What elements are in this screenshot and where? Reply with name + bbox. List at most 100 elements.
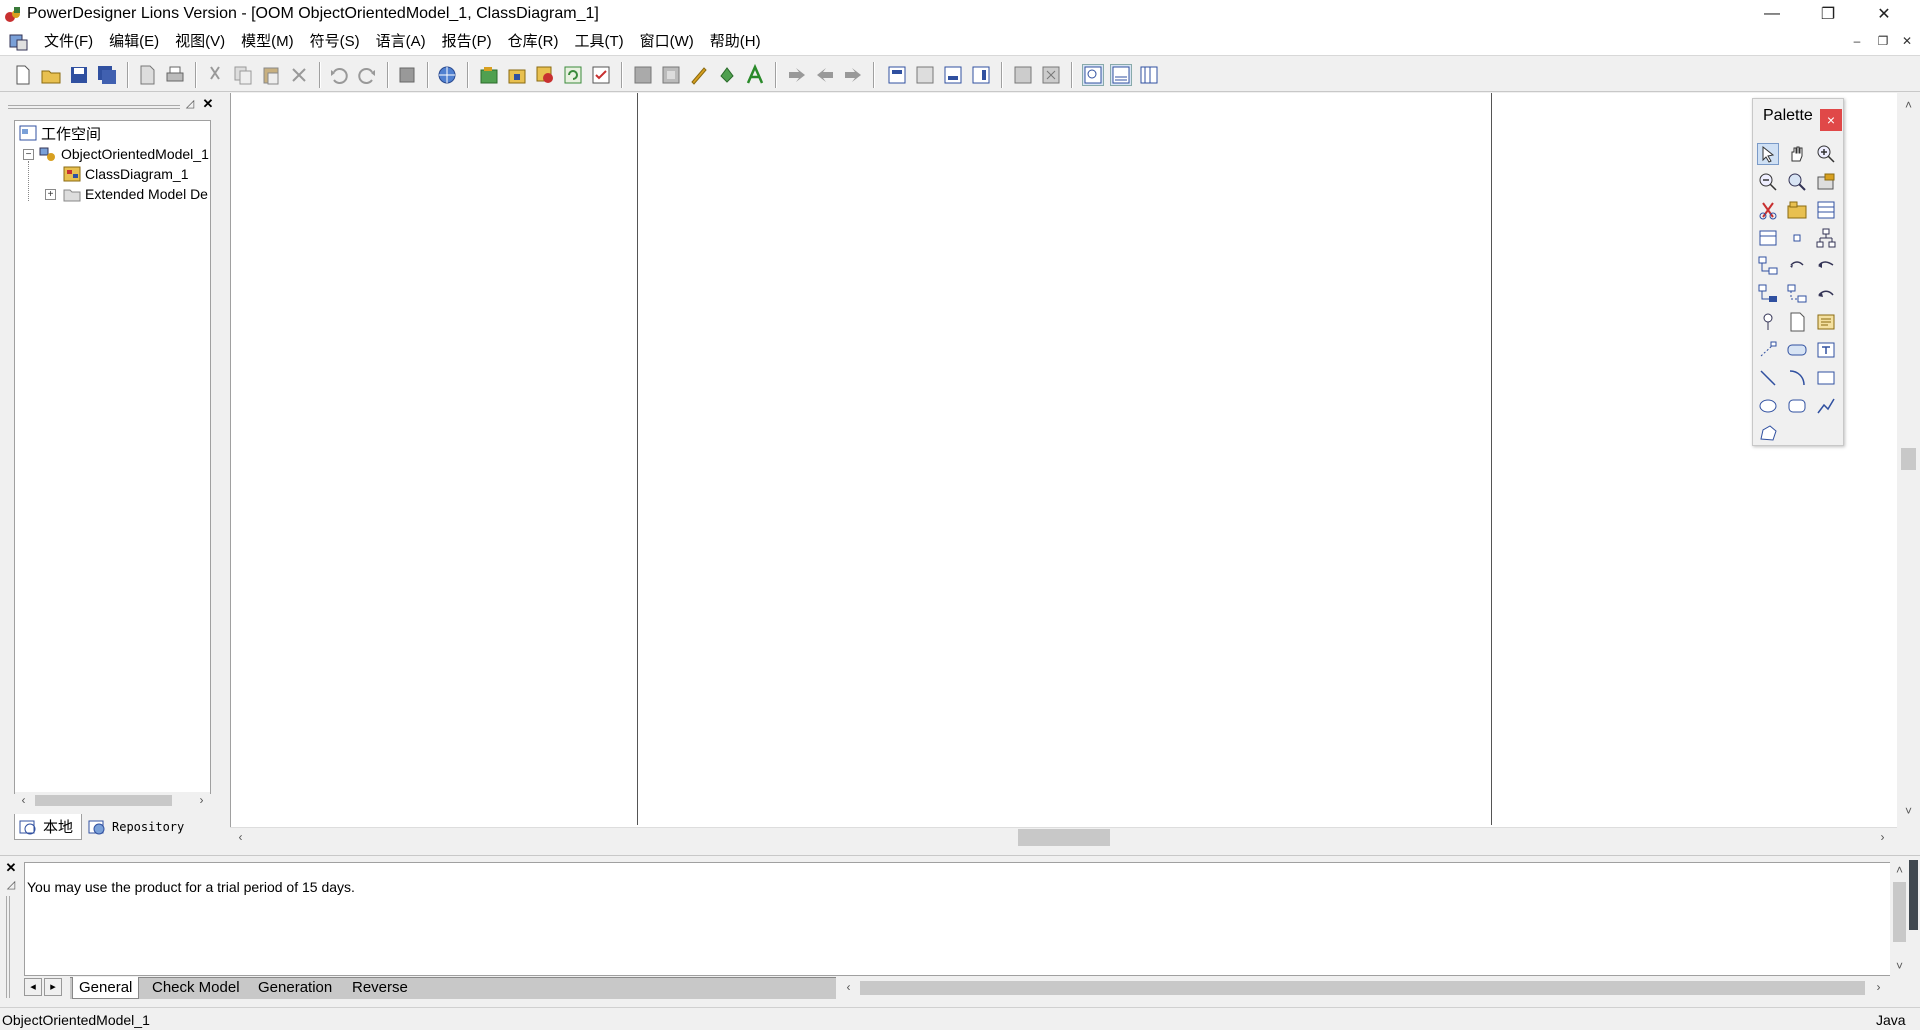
send-back-icon[interactable] bbox=[660, 64, 682, 86]
mdi-minimize-button[interactable]: – bbox=[1846, 34, 1868, 50]
scroll-left-icon[interactable]: ‹ bbox=[232, 829, 249, 846]
document-icon[interactable] bbox=[8, 32, 30, 52]
canvas-hscrollbar[interactable]: ‹ › bbox=[230, 827, 1897, 847]
font-icon[interactable] bbox=[744, 63, 766, 86]
realization-icon[interactable] bbox=[1815, 283, 1837, 305]
close-button[interactable]: ✕ bbox=[1856, 0, 1912, 28]
refresh-icon[interactable] bbox=[562, 64, 584, 86]
rounded-rectangle-icon[interactable] bbox=[1786, 395, 1808, 417]
menu-symbol[interactable]: 符号(S) bbox=[302, 28, 368, 55]
browser-hscrollbar[interactable]: ‹ › bbox=[15, 792, 210, 809]
new-package-icon[interactable] bbox=[478, 64, 500, 86]
association-icon[interactable] bbox=[1757, 255, 1779, 277]
note-icon[interactable] bbox=[1815, 311, 1837, 333]
scroll-up-icon[interactable]: ˄ bbox=[1900, 97, 1917, 114]
tab-local[interactable]: 本地 bbox=[14, 814, 82, 840]
composition-icon[interactable] bbox=[1757, 283, 1779, 305]
result-list-icon[interactable] bbox=[1138, 64, 1160, 86]
delete-icon[interactable] bbox=[288, 64, 310, 86]
generalization-icon[interactable] bbox=[1815, 227, 1837, 249]
scroll-left-icon[interactable]: ‹ bbox=[840, 979, 857, 996]
scroll-right-icon[interactable]: › bbox=[1874, 829, 1891, 846]
polygon-icon[interactable] bbox=[1757, 423, 1779, 445]
zoom-in-icon[interactable] bbox=[1815, 143, 1837, 165]
grabber-hand-icon[interactable] bbox=[1786, 143, 1808, 165]
output-vscrollbar[interactable]: ˄ ˅ bbox=[1890, 862, 1909, 976]
save-icon[interactable] bbox=[68, 64, 90, 86]
save-all-icon[interactable] bbox=[96, 64, 118, 86]
tab-reverse[interactable]: Reverse bbox=[346, 977, 414, 999]
properties-tool-icon[interactable] bbox=[1815, 171, 1837, 193]
scroll-right-icon[interactable]: › bbox=[1870, 979, 1887, 996]
tree-item-workspace[interactable]: 工作空间 bbox=[19, 123, 101, 143]
canvas-vscrollbar[interactable]: ˄ ˅ bbox=[1897, 93, 1920, 827]
scroll-left-icon[interactable]: ‹ bbox=[15, 792, 32, 809]
mdi-restore-button[interactable]: ❐ bbox=[1872, 34, 1894, 50]
menu-edit[interactable]: 编辑(E) bbox=[101, 28, 167, 55]
menu-view[interactable]: 视图(V) bbox=[167, 28, 233, 55]
output-text-area[interactable]: You may use the product for a trial peri… bbox=[24, 862, 1892, 976]
title-block-icon[interactable] bbox=[1786, 339, 1808, 361]
scroll-right-icon[interactable]: › bbox=[193, 792, 210, 809]
scroll-up-icon[interactable]: ˄ bbox=[1891, 862, 1908, 879]
tab-repository[interactable]: Repository bbox=[88, 816, 204, 838]
tab-general[interactable]: General bbox=[72, 977, 140, 999]
browser-pin-icon[interactable]: ◿ bbox=[183, 97, 197, 111]
polyline-icon[interactable] bbox=[1815, 395, 1837, 417]
arc-icon[interactable] bbox=[1786, 367, 1808, 389]
diagram-canvas[interactable] bbox=[230, 93, 1898, 827]
tree-item-diagram[interactable]: ClassDiagram_1 bbox=[63, 164, 188, 184]
inner-link-icon[interactable] bbox=[1786, 255, 1808, 277]
mdi-close-button[interactable]: ✕ bbox=[1896, 34, 1918, 50]
zoom-page-icon[interactable] bbox=[1012, 64, 1034, 86]
scroll-down-icon[interactable]: ˅ bbox=[1891, 958, 1908, 975]
package-icon[interactable] bbox=[1786, 199, 1808, 221]
tree-item-model[interactable]: ObjectOrientedModel_1 bbox=[39, 144, 209, 164]
canvas-vscroll-thumb[interactable] bbox=[1901, 448, 1916, 470]
browser-close-icon[interactable]: ✕ bbox=[201, 96, 215, 111]
browser-hscroll-thumb[interactable] bbox=[35, 795, 172, 806]
file-icon[interactable] bbox=[1786, 311, 1808, 333]
minimize-button[interactable]: — bbox=[1744, 0, 1800, 28]
text-icon[interactable] bbox=[1815, 339, 1837, 361]
browser-grip[interactable] bbox=[8, 105, 180, 109]
class-icon[interactable] bbox=[1815, 199, 1837, 221]
align-bottom-icon[interactable] bbox=[942, 64, 964, 86]
output-pin-icon[interactable]: ◿ bbox=[4, 878, 18, 892]
close-diagram-icon[interactable] bbox=[1040, 64, 1062, 86]
undo-icon[interactable] bbox=[328, 64, 350, 86]
browser-toggle-icon[interactable] bbox=[1082, 64, 1104, 86]
restore-button[interactable]: ❐ bbox=[1800, 0, 1856, 28]
ellipse-icon[interactable] bbox=[1757, 395, 1779, 417]
new-icon[interactable] bbox=[12, 64, 34, 86]
menu-model[interactable]: 模型(M) bbox=[233, 28, 302, 55]
menu-repository[interactable]: 仓库(R) bbox=[500, 28, 567, 55]
menu-help[interactable]: 帮助(H) bbox=[702, 28, 769, 55]
output-vscroll-thumb[interactable] bbox=[1893, 882, 1906, 942]
menu-tools[interactable]: 工具(T) bbox=[566, 28, 631, 55]
cut-icon[interactable] bbox=[204, 64, 226, 86]
powerdesigner-app-icon[interactable] bbox=[4, 5, 22, 23]
port-icon[interactable] bbox=[1786, 227, 1808, 249]
zoom-out-icon[interactable] bbox=[1757, 171, 1779, 193]
output-grip[interactable] bbox=[6, 896, 10, 998]
expander-model[interactable]: − bbox=[23, 149, 34, 160]
bring-front-icon[interactable] bbox=[632, 64, 654, 86]
merge-icon[interactable] bbox=[534, 64, 556, 86]
scroll-down-icon[interactable]: ˅ bbox=[1900, 803, 1917, 820]
tab-generation[interactable]: Generation bbox=[252, 977, 338, 999]
arrow-left-icon[interactable] bbox=[814, 64, 836, 86]
tab-check-model[interactable]: Check Model bbox=[146, 977, 246, 999]
aggregation-icon[interactable] bbox=[1815, 255, 1837, 277]
rectangle-icon[interactable] bbox=[1815, 367, 1837, 389]
tab-prev-icon[interactable]: ◂ bbox=[24, 978, 42, 996]
menu-window[interactable]: 窗口(W) bbox=[632, 28, 702, 55]
palette-close-button[interactable]: × bbox=[1820, 109, 1842, 131]
dependency-icon[interactable] bbox=[1786, 283, 1808, 305]
web-icon[interactable] bbox=[436, 64, 458, 86]
browser-tree[interactable]: 工作空间 − ObjectOrientedModel_1 ClassDiagra… bbox=[14, 120, 211, 794]
pointer-icon[interactable] bbox=[1757, 143, 1779, 165]
paste-icon[interactable] bbox=[260, 64, 282, 86]
align-top-icon[interactable] bbox=[886, 64, 908, 86]
tab-next-icon[interactable]: ▸ bbox=[44, 978, 62, 996]
